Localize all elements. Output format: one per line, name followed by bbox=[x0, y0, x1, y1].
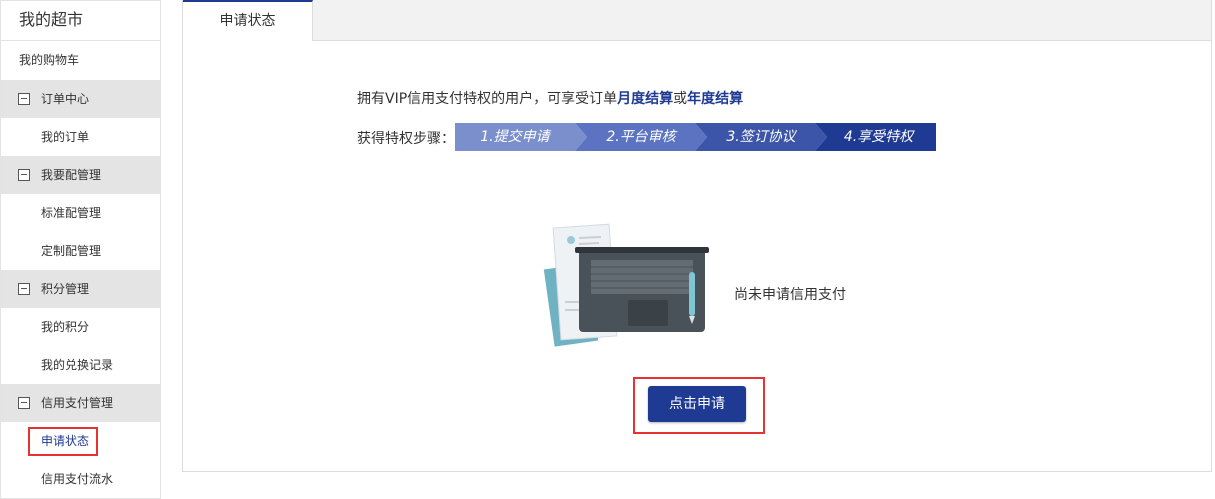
collapse-icon[interactable] bbox=[18, 169, 30, 181]
sidebar-item-redeem-history[interactable]: 我的兑换记录 bbox=[1, 346, 160, 384]
sidebar-group-orders[interactable]: 订单中心 bbox=[1, 80, 160, 118]
empty-state-message: 尚未申请信用支付 bbox=[734, 287, 846, 303]
tab-apply-status[interactable]: 申请状态 bbox=[183, 0, 313, 41]
sidebar-item-apply-status[interactable]: 申请状态 bbox=[1, 422, 160, 460]
main-panel: 申请状态 拥有VIP信用支付特权的用户，可享受订单月度结算或年度结算 获得特权步… bbox=[182, 0, 1212, 472]
apply-button[interactable]: 点击申请 bbox=[648, 386, 746, 422]
intro-text: 拥有VIP信用支付特权的用户，可享受订单月度结算或年度结算 bbox=[357, 91, 744, 107]
sidebar-item-custom[interactable]: 定制配管理 bbox=[1, 232, 160, 270]
sidebar-group-label: 订单中心 bbox=[41, 92, 90, 106]
sidebar-title: 我的超市 bbox=[1, 0, 160, 41]
step-4: 4.享受特权 bbox=[843, 129, 914, 145]
sidebar-group-points[interactable]: 积分管理 bbox=[1, 270, 160, 308]
monthly-settlement: 月度结算 bbox=[617, 91, 674, 107]
steps-label: 获得特权步骤： bbox=[357, 131, 455, 147]
sidebar-group-label: 信用支付管理 bbox=[41, 396, 114, 410]
sidebar-item-credit-flow[interactable]: 信用支付流水 bbox=[1, 460, 160, 498]
yearly-settlement: 年度结算 bbox=[687, 91, 744, 107]
laptop-documents-icon bbox=[543, 222, 713, 350]
sidebar: 我的超市 我的购物车 订单中心 我的订单 我要配管理 标准配管理 定制配管理 积… bbox=[0, 0, 161, 499]
sidebar-group-label: 积分管理 bbox=[41, 282, 90, 296]
collapse-icon[interactable] bbox=[18, 283, 30, 295]
step-3: 3.签订协议 bbox=[726, 129, 796, 145]
steps-bar: 1.提交申请 2.平台审核 3.签订协议 4.享受特权 bbox=[455, 123, 936, 151]
collapse-icon[interactable] bbox=[18, 93, 30, 105]
sidebar-group-credit[interactable]: 信用支付管理 bbox=[1, 384, 160, 422]
step-1: 1.提交申请 bbox=[480, 129, 550, 145]
step-2: 2.平台审核 bbox=[606, 129, 676, 145]
sidebar-group-label: 我要配管理 bbox=[41, 168, 102, 182]
sidebar-item-cart[interactable]: 我的购物车 bbox=[1, 41, 160, 80]
tab-bar: 申请状态 bbox=[183, 0, 1211, 41]
sidebar-item-standard[interactable]: 标准配管理 bbox=[1, 194, 160, 232]
sidebar-item-my-points[interactable]: 我的积分 bbox=[1, 308, 160, 346]
sidebar-group-subscription[interactable]: 我要配管理 bbox=[1, 156, 160, 194]
sidebar-item-my-orders[interactable]: 我的订单 bbox=[1, 118, 160, 156]
highlight-box bbox=[28, 427, 98, 456]
collapse-icon[interactable] bbox=[18, 397, 30, 409]
